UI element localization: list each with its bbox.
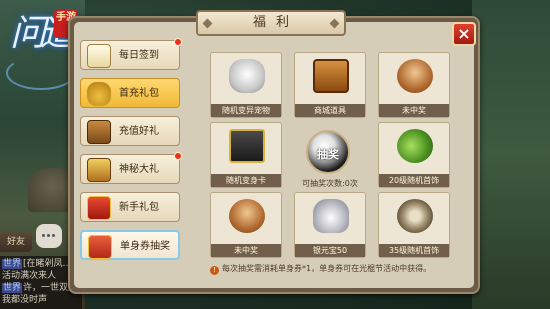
tab-label: 首充礼包 — [119, 88, 159, 99]
prize-label: 银元宝50 — [295, 244, 365, 257]
jade-ring-icon — [397, 199, 433, 233]
monkey-icon — [229, 199, 265, 233]
tab-label: 神秘大礼 — [119, 164, 159, 175]
prize-label: 未中奖 — [211, 244, 281, 257]
prize-label: 随机变异宠物 — [211, 104, 281, 117]
prize-label: 随机变身卡 — [211, 174, 281, 187]
chat-channel-tag: 世界 — [2, 283, 23, 293]
prize-cell[interactable]: 随机变异宠物 — [210, 52, 282, 118]
tab-label: 单身券抽奖 — [120, 241, 170, 252]
prize-label: 商城道具 — [295, 104, 365, 117]
tab-newbie-gift[interactable]: 新手礼包 — [80, 192, 180, 222]
calendar-icon — [87, 44, 111, 68]
jade-pendant-icon — [397, 129, 433, 163]
prize-cell[interactable]: 未中奖 — [210, 192, 282, 258]
prize-cell[interactable]: 商城道具 — [294, 52, 366, 118]
game-scene-right — [472, 0, 550, 309]
prize-cell[interactable]: 随机变身卡 — [210, 122, 282, 188]
tab-first-recharge[interactable]: 首充礼包 — [80, 78, 180, 108]
tab-singles-lottery[interactable]: 单身券抽奖 — [80, 230, 180, 260]
monkey-icon — [397, 59, 433, 93]
chat-line: 我都没时声 — [2, 294, 80, 306]
tab-label: 充值好礼 — [119, 126, 159, 137]
info-icon: ! — [210, 266, 219, 275]
prize-cell[interactable]: 银元宝50 — [294, 192, 366, 258]
lottery-notice: ! 每次抽奖需消耗单身券*1，单身券可在光棍节活动中获得。 — [210, 263, 450, 275]
lottery-gift-icon — [88, 235, 112, 259]
tab-mystery-gift[interactable]: 神秘大礼 — [80, 152, 182, 184]
tab-label: 每日签到 — [119, 50, 159, 61]
friend-tab[interactable]: 好友 — [0, 232, 32, 252]
draw-button[interactable]: 抽奖 — [306, 130, 350, 174]
draw-button-label: 抽奖 — [317, 148, 339, 161]
mystery-chest-icon — [87, 158, 111, 182]
tab-recharge-gift[interactable]: 充值好礼 — [80, 116, 180, 146]
chat-channel-tag: 世界 — [2, 259, 23, 269]
money-bag-icon — [87, 82, 111, 106]
draw-count: 可抽奖次数:0次 — [302, 179, 358, 188]
prize-label: 35级随机首饰 — [379, 244, 449, 257]
prize-label: 20级随机首饰 — [379, 174, 449, 187]
chat-message: 我都没时声 — [2, 295, 48, 305]
panel-title: 福利 — [196, 10, 346, 36]
notification-dot — [174, 152, 182, 160]
prize-cell[interactable]: 35级随机首饰 — [378, 192, 450, 258]
logo-swirl — [6, 56, 76, 90]
prize-label: 未中奖 — [379, 104, 449, 117]
chat-message: 活动满次来人 — [2, 271, 57, 281]
gift-box-icon — [87, 196, 111, 220]
chat-icon[interactable] — [36, 224, 62, 248]
chat-message: [在睹剁凤… — [23, 259, 72, 269]
close-button[interactable]: × — [452, 22, 476, 46]
tab-label: 新手礼包 — [119, 202, 159, 213]
card-icon — [229, 129, 265, 163]
tab-daily-checkin[interactable]: 每日签到 — [80, 38, 182, 70]
silver-ingot-icon — [313, 199, 349, 233]
prize-cell[interactable]: 20级随机首饰 — [378, 122, 450, 188]
chest-icon — [313, 59, 349, 93]
pet-icon — [229, 59, 265, 93]
prize-cell[interactable]: 未中奖 — [378, 52, 450, 118]
treasure-chest-icon — [87, 120, 111, 144]
notification-dot — [174, 38, 182, 46]
notice-text: 每次抽奖需消耗单身券*1，单身券可在光棍节活动中获得。 — [222, 264, 432, 273]
